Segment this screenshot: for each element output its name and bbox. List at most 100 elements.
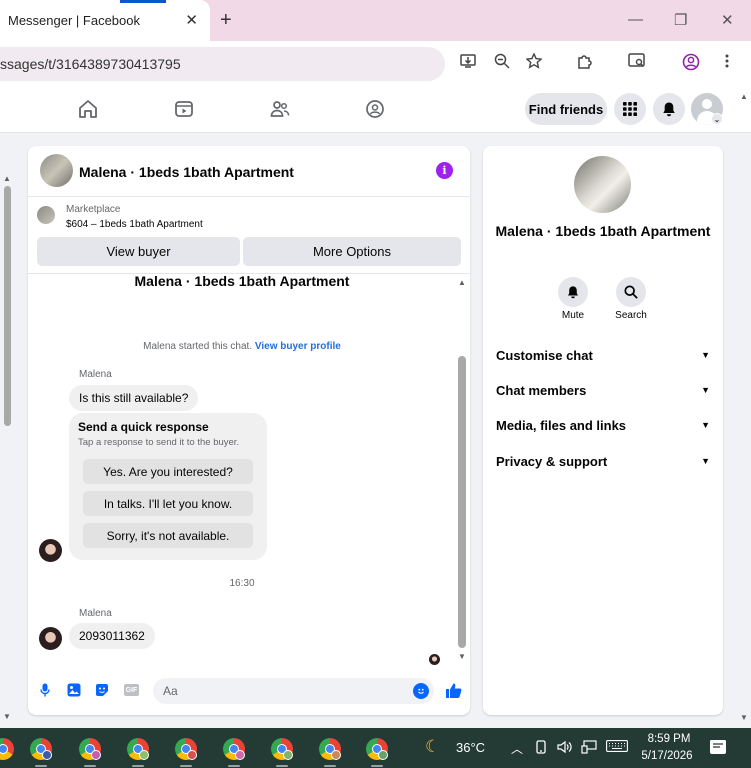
- chat-title[interactable]: Malena · 1beds 1bath Apartment: [79, 164, 294, 180]
- thumbs-up-icon[interactable]: [444, 681, 462, 699]
- page-scroll-thumb[interactable]: [4, 186, 11, 426]
- tray-chevron-up-icon[interactable]: ︿: [511, 740, 523, 757]
- keyboard-icon[interactable]: [606, 740, 628, 755]
- profile-name: Malena · 1beds 1bath Apartment: [495, 223, 711, 239]
- privacy-support-row[interactable]: Privacy & support ▼: [496, 451, 710, 471]
- running-indicator: [35, 765, 47, 767]
- video-icon[interactable]: [173, 98, 195, 120]
- page-scrollbar[interactable]: ▲ ▼: [0, 172, 14, 722]
- taskbar-chrome-icon[interactable]: [319, 738, 341, 760]
- running-indicator: [132, 765, 144, 767]
- clock-time[interactable]: 8:59 PM: [644, 733, 694, 745]
- conversation-title: Malena · 1beds 1bath Apartment: [134, 273, 350, 289]
- profile-badge: [91, 750, 101, 760]
- volume-icon[interactable]: [557, 740, 573, 757]
- scroll-down-arrow-icon[interactable]: ▼: [3, 712, 11, 721]
- scroll-down-arrow-icon[interactable]: ▼: [458, 652, 466, 661]
- scroll-up-arrow-icon[interactable]: ▲: [458, 278, 466, 287]
- bell-icon: [663, 102, 675, 117]
- media-files-links-row[interactable]: Media, files and links ▼: [496, 415, 710, 435]
- row-label: Privacy & support: [496, 453, 608, 469]
- network-icon[interactable]: [581, 740, 597, 757]
- windows-taskbar: ☾ 36°C ︿ 8:59 PM 5/17/2026: [0, 728, 751, 768]
- started-text: Malena started this chat.: [143, 341, 253, 352]
- friends-icon[interactable]: [269, 98, 291, 120]
- groups-icon[interactable]: [364, 98, 386, 120]
- microphone-icon[interactable]: [38, 683, 52, 697]
- taskbar-chrome-icon[interactable]: [223, 738, 245, 760]
- profile-badge: [378, 750, 388, 760]
- account-chevron-down-icon[interactable]: ⌄: [711, 113, 723, 125]
- listing-price-title[interactable]: $604 – 1beds 1bath Apartment: [66, 219, 203, 230]
- taskbar-chrome-icon[interactable]: [175, 738, 197, 760]
- notification-center-icon[interactable]: [710, 740, 726, 754]
- view-buyer-button[interactable]: View buyer: [37, 237, 240, 266]
- profile-icon[interactable]: [682, 53, 700, 76]
- taskbar-chrome-icon[interactable]: [127, 738, 149, 760]
- search-button[interactable]: [616, 277, 646, 307]
- menu-grid-button[interactable]: [614, 93, 646, 125]
- taskbar-chrome-icon[interactable]: [30, 738, 52, 760]
- chevron-down-icon: ▼: [701, 420, 710, 430]
- message-bubble[interactable]: Is this still available?: [69, 385, 199, 411]
- gif-icon[interactable]: GIF: [124, 684, 139, 696]
- sender-avatar[interactable]: [39, 627, 62, 650]
- browser-menu-icon[interactable]: [724, 53, 730, 74]
- install-app-icon[interactable]: [460, 53, 478, 74]
- quick-response-option[interactable]: Sorry, it's not available.: [83, 523, 253, 548]
- clock-date[interactable]: 5/17/2026: [640, 750, 694, 762]
- taskbar-chrome-icon[interactable]: [366, 738, 388, 760]
- quick-response-card: Send a quick response Tap a response to …: [69, 413, 267, 560]
- view-buyer-profile-link[interactable]: View buyer profile: [255, 341, 341, 352]
- chevron-down-icon: ▼: [701, 350, 710, 360]
- new-tab-button[interactable]: +: [220, 9, 232, 32]
- window-restore-button[interactable]: ❐: [674, 11, 687, 29]
- scroll-up-arrow-icon[interactable]: ▲: [3, 174, 11, 183]
- quick-response-option[interactable]: In talks. I'll let you know.: [83, 491, 253, 516]
- browser-tab-messenger[interactable]: Messenger | Facebook ✕: [0, 0, 210, 41]
- facebook-top-nav: Find friends: [0, 86, 751, 133]
- grid-icon: [623, 102, 637, 116]
- weather-moon-icon[interactable]: ☾: [425, 737, 440, 757]
- info-icon[interactable]: i: [436, 162, 453, 179]
- browser-tab-bar: Messenger | Facebook ✕ + — ❐ ✕: [0, 0, 751, 41]
- messages-scrollbar[interactable]: ▲ ▼: [456, 278, 468, 663]
- address-bar[interactable]: ssages/t/3164389730413795: [0, 47, 445, 81]
- listing-avatar[interactable]: [40, 154, 73, 187]
- mute-button[interactable]: [558, 277, 588, 307]
- chat-panel: Malena · 1beds 1bath Apartment i Marketp…: [28, 146, 470, 715]
- chat-members-row[interactable]: Chat members ▼: [496, 380, 710, 400]
- zoom-icon[interactable]: [494, 53, 510, 74]
- url-text: ssages/t/3164389730413795: [0, 56, 181, 72]
- messages-scroll-thumb[interactable]: [458, 356, 466, 648]
- window-minimize-button[interactable]: —: [628, 11, 643, 28]
- sender-avatar[interactable]: [39, 539, 62, 562]
- taskbar-chrome-icon[interactable]: [79, 738, 101, 760]
- customise-chat-row[interactable]: Customise chat ▼: [496, 345, 710, 365]
- profile-badge: [139, 750, 149, 760]
- scroll-down-arrow-icon[interactable]: ▼: [740, 713, 748, 722]
- tab-search-icon[interactable]: [628, 53, 646, 74]
- taskbar-chrome-icon[interactable]: [271, 738, 293, 760]
- sticker-icon[interactable]: [95, 683, 109, 697]
- tab-close-icon[interactable]: ✕: [185, 11, 198, 29]
- window-close-button[interactable]: ✕: [721, 11, 734, 29]
- search-icon: [624, 285, 638, 299]
- emoji-icon[interactable]: [413, 683, 429, 699]
- find-friends-button[interactable]: Find friends: [525, 93, 607, 125]
- home-icon[interactable]: [77, 98, 99, 120]
- message-input[interactable]: [153, 678, 434, 704]
- message-bubble[interactable]: 2093011362: [69, 623, 155, 649]
- bookmark-star-icon[interactable]: [525, 52, 543, 74]
- profile-picture[interactable]: [574, 156, 631, 213]
- quick-response-option[interactable]: Yes. Are you interested?: [83, 459, 253, 484]
- notifications-button[interactable]: [653, 93, 685, 125]
- running-indicator: [371, 765, 383, 767]
- extensions-icon[interactable]: [576, 53, 594, 76]
- photo-icon[interactable]: [67, 683, 81, 697]
- more-options-button[interactable]: More Options: [243, 237, 461, 266]
- taskbar-app-icon[interactable]: [0, 738, 14, 760]
- scroll-up-arrow-icon[interactable]: ▲: [740, 92, 748, 101]
- tray-device-icon[interactable]: [535, 740, 547, 757]
- weather-temperature[interactable]: 36°C: [456, 740, 485, 755]
